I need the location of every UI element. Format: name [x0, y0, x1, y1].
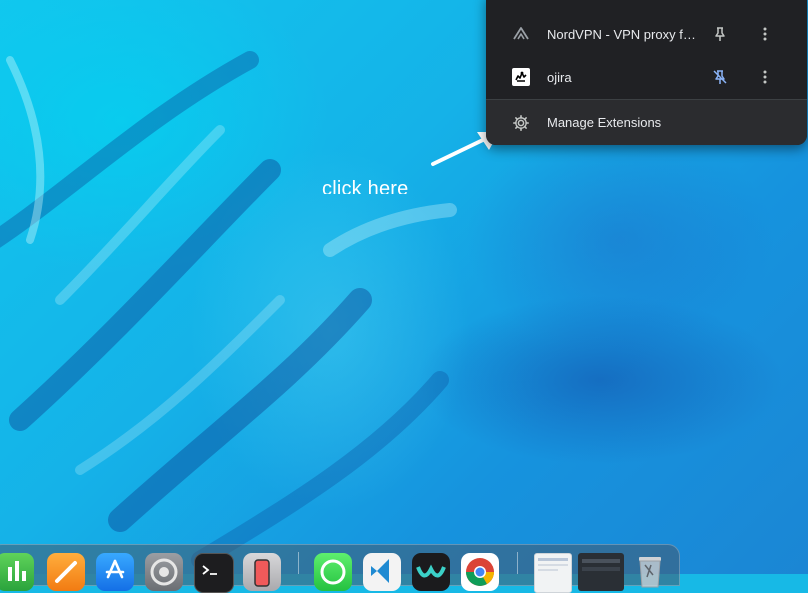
pin-icon[interactable] — [712, 26, 728, 42]
extensions-menu: NordVPN - VPN proxy fo... ojira Manage E… — [486, 0, 807, 145]
trash-icon[interactable] — [631, 553, 669, 591]
dock-separator — [298, 552, 299, 574]
recent-window-icon[interactable] — [578, 553, 624, 591]
app-store-icon[interactable] — [96, 553, 134, 591]
more-options-icon[interactable] — [757, 68, 773, 86]
manage-extensions-label: Manage Extensions — [547, 115, 662, 130]
webex-icon[interactable] — [412, 553, 450, 591]
extension-row-ojira[interactable]: ojira — [486, 55, 807, 99]
pages-icon[interactable] — [47, 553, 85, 591]
gear-icon — [512, 114, 530, 132]
vscode-icon[interactable] — [363, 553, 401, 591]
pinned-icon[interactable] — [712, 69, 728, 85]
click-here-annotation: click here — [322, 178, 409, 194]
manage-extensions-item[interactable]: Manage Extensions — [486, 100, 807, 145]
ojira-icon — [512, 68, 530, 86]
chrome-icon[interactable] — [461, 553, 499, 591]
system-settings-icon[interactable] — [145, 553, 183, 591]
terminal-icon[interactable] — [194, 553, 234, 593]
more-options-icon[interactable] — [757, 25, 773, 43]
extension-row-nordvpn[interactable]: NordVPN - VPN proxy fo... — [486, 12, 807, 56]
iphone-mirroring-icon[interactable] — [243, 553, 281, 591]
numbers-icon[interactable] — [0, 553, 34, 591]
dock-separator — [517, 552, 518, 574]
extension-name: ojira — [547, 69, 572, 85]
recent-window-icon[interactable] — [534, 553, 572, 593]
extension-name: NordVPN - VPN proxy fo... — [547, 26, 697, 42]
nordvpn-icon — [512, 25, 530, 43]
whatsapp-icon[interactable] — [314, 553, 352, 591]
